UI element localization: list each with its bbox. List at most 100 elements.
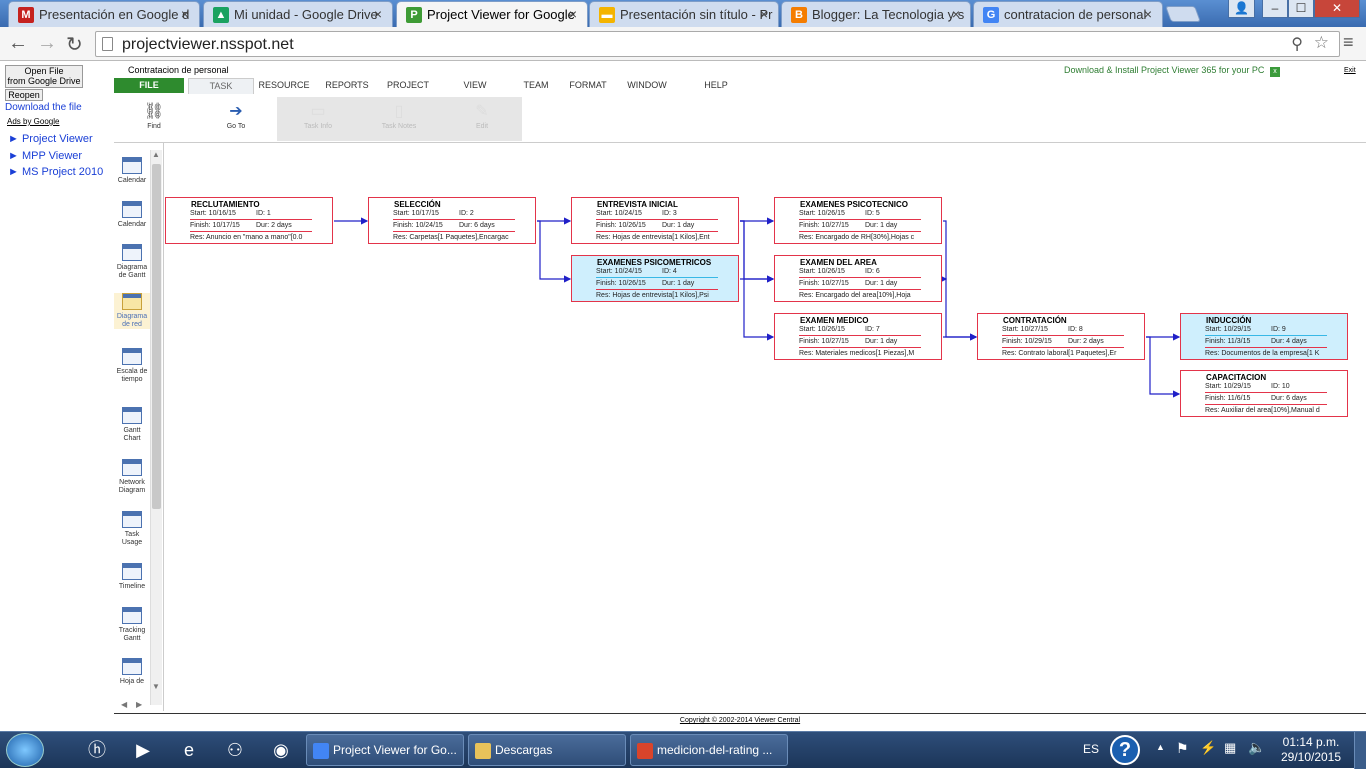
action-center-flag-icon[interactable]: ⚑: [1176, 740, 1189, 757]
task-node[interactable]: CAPACITACION Start: 10/29/15 ID: 10 Finish:…: [1180, 370, 1348, 417]
menu-window[interactable]: WINDOW: [616, 80, 678, 90]
browser-tab-strip: M Presentación en Google d × ▲ Mi unidad - G…: [0, 0, 1366, 27]
menu-icon[interactable]: ≡: [1343, 32, 1354, 53]
reload-icon[interactable]: ↻: [66, 32, 83, 57]
task-finish: Finish: 11/6/15: [1205, 395, 1251, 402]
menu-project[interactable]: PROJECT: [377, 80, 439, 90]
task-node[interactable]: RECLUTAMIENTO Start: 10/16/15 ID: 1 Finish:…: [165, 197, 333, 244]
language-indicator[interactable]: ES: [1083, 742, 1099, 756]
taskbar-item[interactable]: Project Viewer for Go...: [306, 734, 464, 766]
close-window-button[interactable]: ✕: [1314, 0, 1360, 18]
show-hidden-icons[interactable]: ▲: [1156, 742, 1165, 752]
ad-link-mpp-viewer[interactable]: ► MPP Viewer: [8, 150, 82, 162]
scroll-right-icon[interactable]: ▶: [136, 700, 142, 709]
windows-start-icon[interactable]: [6, 733, 44, 767]
show-desktop-button[interactable]: [1354, 732, 1366, 769]
task-node[interactable]: INDUCCIÓN Start: 10/29/15 ID: 9 Finish: 11/…: [1180, 313, 1348, 360]
task-node[interactable]: EXAMENES PSICOMETRICOS Start: 10/24/15 ID:…: [571, 255, 739, 302]
menu-format[interactable]: FORMAT: [557, 80, 619, 90]
view-tracking-gantt[interactable]: Tracking Gantt: [114, 607, 150, 643]
ads-by-google-label[interactable]: Ads by Google: [7, 117, 59, 126]
internet-explorer-icon[interactable]: e: [176, 737, 202, 763]
tab-title: Mi unidad - Google Drive: [234, 7, 378, 22]
download-promo-link[interactable]: Download & Install Project Viewer 365 fo…: [1064, 65, 1280, 77]
maximize-button[interactable]: ☐: [1288, 0, 1314, 18]
go-to-button[interactable]: ➔ Go To: [211, 101, 261, 130]
view-calendar[interactable]: Calendar: [114, 157, 150, 185]
power-icon[interactable]: ⚡: [1200, 740, 1216, 756]
address-bar[interactable]: projectviewer.nsspot.net ⚲ ☆: [95, 31, 1340, 57]
view-diagrama-de-red[interactable]: Diagrama de red: [114, 293, 150, 329]
forward-arrow-icon[interactable]: →: [37, 32, 57, 55]
view-gantt-chart[interactable]: Gantt Chart: [114, 407, 150, 443]
view-task-usage[interactable]: Task Usage: [114, 511, 150, 547]
download-promo-text[interactable]: Download & Install Project Viewer 365 fo…: [1064, 65, 1264, 75]
browser-tab[interactable]: ▲ Mi unidad - Google Drive ×: [203, 1, 393, 27]
tab-title: contratacion de personal: [1004, 7, 1147, 22]
tab-close-icon[interactable]: ×: [952, 6, 960, 22]
hp-icon[interactable]: ⓗ: [84, 737, 110, 763]
url-text[interactable]: projectviewer.nsspot.net: [122, 36, 294, 53]
network-icon[interactable]: ⚇: [222, 737, 248, 763]
scroll-up-icon[interactable]: ▲: [152, 150, 160, 159]
back-arrow-icon[interactable]: ←: [8, 32, 28, 55]
menu-view[interactable]: VIEW: [444, 80, 506, 90]
media-player-icon[interactable]: ▶: [130, 737, 156, 763]
taskbar-item[interactable]: Descargas: [468, 734, 626, 766]
browser-tab[interactable]: M Presentación en Google d ×: [8, 1, 200, 27]
download-file-link[interactable]: Download the file: [5, 102, 82, 113]
menu-reports[interactable]: REPORTS: [316, 80, 378, 90]
exit-link[interactable]: Exit: [1344, 67, 1356, 74]
scroll-thumb[interactable]: [152, 164, 161, 509]
taskbar-item[interactable]: medicion-del-rating ...: [630, 734, 788, 766]
view-diagrama-de-gantt[interactable]: Diagrama de Gantt: [114, 244, 150, 280]
menu-task[interactable]: TASK: [188, 78, 254, 94]
task-node[interactable]: ENTREVISTA INICIAL Start: 10/24/15 ID: 3 Fi…: [571, 197, 739, 244]
reopen-button[interactable]: Reopen: [5, 89, 43, 101]
view-bar-scrollbar[interactable]: ▲ ▼: [150, 150, 162, 705]
tab-close-icon[interactable]: ×: [1144, 6, 1152, 22]
view-calendar[interactable]: Calendar: [114, 201, 150, 229]
browser-tab[interactable]: B Blogger: La Tecnologia y s ×: [781, 1, 971, 27]
ad-link-ms-project[interactable]: ► MS Project 2010: [8, 166, 103, 178]
scroll-down-icon[interactable]: ▼: [152, 682, 160, 691]
task-node[interactable]: SELECCIÓN Start: 10/17/15 ID: 2 Finish: 10/…: [368, 197, 536, 244]
find-button[interactable]: ⛓ Find: [129, 101, 179, 130]
clock[interactable]: 01:14 p.m. 29/10/2015: [1276, 735, 1346, 765]
tab-close-icon[interactable]: ×: [760, 6, 768, 22]
menu-resource[interactable]: RESOURCE: [253, 80, 315, 90]
task-finish: Finish: 11/3/15: [1205, 338, 1251, 345]
ad-link-project-viewer[interactable]: ► Project Viewer: [8, 133, 93, 145]
task-node[interactable]: EXAMEN MEDICO Start: 10/26/15 ID: 7 Finish:…: [774, 313, 942, 360]
tab-close-icon[interactable]: ×: [569, 6, 577, 22]
scroll-left-icon[interactable]: ◀: [121, 700, 127, 709]
volume-muted-icon[interactable]: 🔈: [1248, 739, 1265, 756]
open-from-drive-button[interactable]: Open File from Google Drive: [5, 65, 83, 88]
bookmark-star-icon[interactable]: ☆: [1314, 33, 1329, 53]
network-diagram-canvas[interactable]: RECLUTAMIENTO Start: 10/16/15 ID: 1 Finish:…: [164, 143, 1366, 713]
firefox-icon[interactable]: ◉: [268, 737, 294, 763]
menu-help[interactable]: HELP: [685, 80, 747, 90]
task-finish: Finish: 10/29/15: [1002, 338, 1052, 345]
task-node[interactable]: EXAMENES PSICOTECNICO Start: 10/26/15 ID: …: [774, 197, 942, 244]
view-label: Calendar: [117, 177, 147, 184]
task-node[interactable]: CONTRATACIÓN Start: 10/27/15 ID: 8 Finish: …: [977, 313, 1145, 360]
tab-close-icon[interactable]: ×: [181, 6, 189, 22]
menu-file[interactable]: FILE: [114, 78, 184, 93]
tab-close-icon[interactable]: ×: [374, 6, 382, 22]
view-hoja-de[interactable]: Hoja de: [114, 658, 150, 686]
view-escala-de-tiempo[interactable]: Escala de tiempo: [114, 348, 150, 384]
browser-tab[interactable]: Gcontratacion de personal ×: [973, 1, 1163, 27]
help-icon[interactable]: ?: [1110, 735, 1140, 765]
browser-tab[interactable]: P Project Viewer for Google ×: [396, 1, 588, 27]
browser-tab[interactable]: ▬ Presentación sin título - Pr ×: [589, 1, 779, 27]
view-timeline[interactable]: Timeline: [114, 563, 150, 591]
zoom-icon[interactable]: ⚲: [1291, 34, 1303, 54]
network-tray-icon[interactable]: ▦: [1224, 740, 1236, 756]
new-tab-button[interactable]: [1165, 6, 1201, 22]
task-node[interactable]: EXAMEN DEL AREA Start: 10/26/15 ID: 6 Finis…: [774, 255, 942, 302]
user-icon[interactable]: 👤: [1228, 0, 1255, 18]
copyright-text[interactable]: Copyright © 2002-2014 Viewer Central: [680, 717, 800, 724]
view-network-diagram[interactable]: Network Diagram: [114, 459, 150, 495]
minimize-button[interactable]: ‒: [1262, 0, 1288, 18]
